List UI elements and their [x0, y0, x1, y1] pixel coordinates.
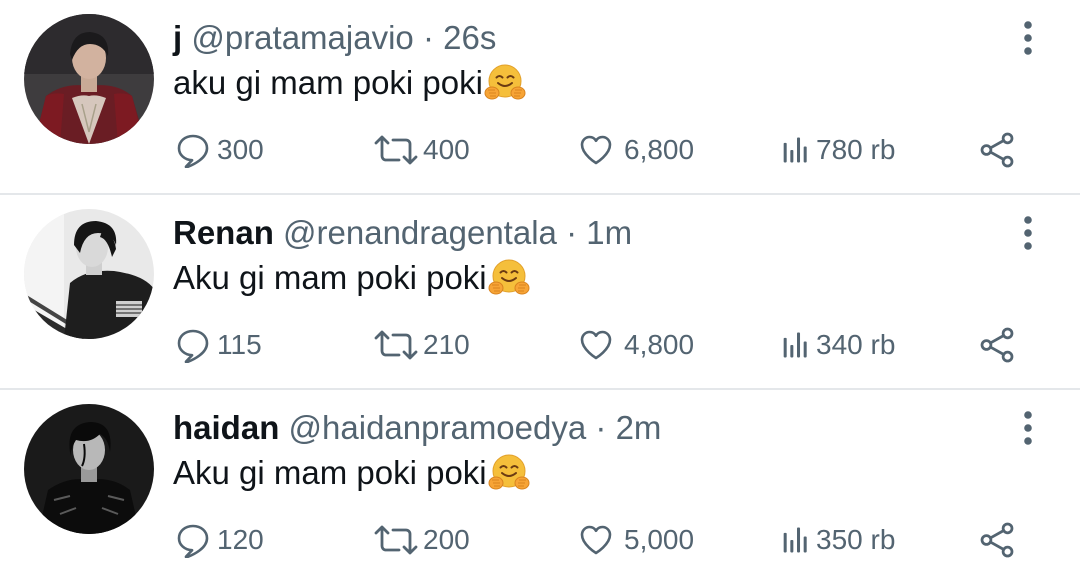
avatar[interactable]: [24, 14, 154, 144]
username-handle[interactable]: @renandragentala: [283, 214, 557, 251]
views-count: 350 rb: [816, 524, 896, 555]
views-icon: [781, 329, 813, 361]
share-icon: [978, 131, 1016, 169]
tweet-text-content: Aku gi mam poki poki: [173, 259, 487, 296]
tweet-actions: 120 200 5,000 350 rb: [0, 518, 1080, 562]
retweet-button[interactable]: 200: [372, 518, 470, 562]
retweet-button[interactable]: 210: [372, 323, 470, 367]
share-button[interactable]: [978, 128, 1016, 172]
display-name[interactable]: j: [173, 19, 182, 56]
reply-count: 300: [217, 134, 264, 165]
tweet-text: Aku gi mam poki poki: [173, 452, 530, 493]
hugging-face-emoji: [488, 257, 530, 297]
like-button[interactable]: 5,000: [578, 518, 694, 562]
like-icon: [578, 327, 614, 363]
like-icon: [578, 522, 614, 558]
timestamp[interactable]: 26s: [443, 19, 496, 56]
reply-button[interactable]: 300: [175, 128, 264, 172]
avatar[interactable]: [24, 404, 154, 534]
views-count: 340 rb: [816, 329, 896, 360]
retweet-count: 210: [423, 329, 470, 360]
share-button[interactable]: [978, 518, 1016, 562]
timestamp[interactable]: 2m: [616, 409, 662, 446]
hugging-face-emoji: [488, 452, 530, 492]
views-icon: [781, 134, 813, 166]
views-button[interactable]: 780 rb: [781, 128, 895, 172]
views-icon: [781, 524, 813, 556]
retweet-button[interactable]: 400: [372, 128, 470, 172]
tweet-header: j @pratamajavio · 26s: [173, 18, 496, 58]
like-count: 4,800: [624, 329, 695, 360]
avatar[interactable]: [24, 209, 154, 339]
reply-icon: [175, 327, 211, 363]
avatar-photo: [24, 14, 154, 144]
share-icon: [978, 521, 1016, 559]
separator-dot: ·: [595, 409, 607, 446]
share-icon: [978, 326, 1016, 364]
tweet-text-content: Aku gi mam poki poki: [173, 454, 487, 491]
like-button[interactable]: 4,800: [578, 323, 694, 367]
like-icon: [578, 132, 614, 168]
like-count: 6,800: [624, 134, 695, 165]
retweet-count: 400: [423, 134, 470, 165]
share-button[interactable]: [978, 323, 1016, 367]
hugging-face-emoji: [484, 62, 526, 102]
display-name[interactable]: Renan: [173, 214, 274, 251]
tweet-header: Renan @renandragentala · 1m: [173, 213, 632, 253]
separator-dot: ·: [566, 214, 578, 251]
like-button[interactable]: 6,800: [578, 128, 694, 172]
tweet-card[interactable]: Renan @renandragentala · 1m Aku gi mam p…: [0, 195, 1080, 390]
tweet-header: haidan @haidanpramoedya · 2m: [173, 408, 661, 448]
retweet-icon: [372, 522, 420, 558]
views-count: 780 rb: [816, 134, 896, 165]
retweet-icon: [372, 327, 420, 363]
username-handle[interactable]: @haidanpramoedya: [289, 409, 587, 446]
views-button[interactable]: 340 rb: [781, 323, 895, 367]
retweet-count: 200: [423, 524, 470, 555]
more-options-icon[interactable]: [1018, 410, 1038, 446]
views-button[interactable]: 350 rb: [781, 518, 895, 562]
tweet-text: aku gi mam poki poki: [173, 62, 526, 103]
like-count: 5,000: [624, 524, 695, 555]
reply-icon: [175, 132, 211, 168]
tweet-actions: 300 400 6,800 780 rb: [0, 128, 1080, 172]
reply-icon: [175, 522, 211, 558]
avatar-photo: [24, 209, 154, 339]
separator-dot: ·: [422, 19, 434, 56]
more-options-icon[interactable]: [1018, 20, 1038, 56]
tweet-text-content: aku gi mam poki poki: [173, 64, 483, 101]
reply-button[interactable]: 120: [175, 518, 264, 562]
tweet-text: Aku gi mam poki poki: [173, 257, 530, 298]
retweet-icon: [372, 132, 420, 168]
more-options-icon[interactable]: [1018, 215, 1038, 251]
reply-button[interactable]: 115: [175, 323, 262, 367]
username-handle[interactable]: @pratamajavio: [191, 19, 413, 56]
display-name[interactable]: haidan: [173, 409, 279, 446]
avatar-photo: [24, 404, 154, 534]
tweet-card[interactable]: j @pratamajavio · 26s aku gi mam poki po…: [0, 0, 1080, 195]
tweet-card[interactable]: haidan @haidanpramoedya · 2m Aku gi mam …: [0, 390, 1080, 585]
tweet-actions: 115 210 4,800 340 rb: [0, 323, 1080, 367]
reply-count: 120: [217, 524, 264, 555]
timestamp[interactable]: 1m: [586, 214, 632, 251]
reply-count: 115: [217, 329, 262, 360]
